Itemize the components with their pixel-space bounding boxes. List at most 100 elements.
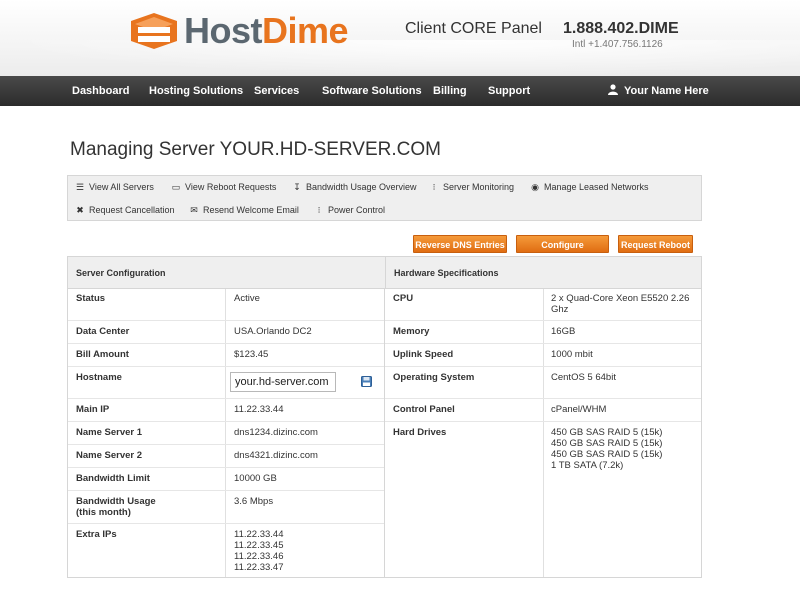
col-divider [543, 289, 544, 577]
value-extra-ip: 11.22.33.47 [234, 562, 284, 573]
list-icon: ☰ [75, 182, 85, 192]
save-icon[interactable] [361, 376, 372, 387]
value-extra-ip: 11.22.33.44 [234, 529, 284, 540]
logo-dime: Dime [262, 10, 349, 51]
label-name-server-2: Name Server 2 [76, 450, 143, 461]
label-operating-system: Operating System [393, 372, 475, 383]
nav-billing[interactable]: Billing [433, 76, 467, 106]
row-separator [385, 398, 701, 399]
logo-text: HostDime [184, 10, 349, 52]
label-control-panel: Control Panel [393, 404, 455, 415]
value-cpu: 2 x Quad-Core Xeon E5520 2.26 [551, 293, 690, 304]
value-bandwidth-limit: 10000 GB [234, 473, 277, 484]
label-bandwidth-limit: Bandwidth Limit [76, 473, 150, 484]
sliders-icon: ⁝ [317, 205, 321, 215]
value-status: Active [234, 293, 260, 304]
label-memory: Memory [393, 326, 430, 337]
header-swoosh [0, 40, 800, 76]
action-view-reboot-requests[interactable]: ▭ View Reboot Requests [171, 182, 277, 193]
server-actions-toolbar: ☰ View All Servers ▭ View Reboot Requests … [67, 175, 702, 221]
row-separator [68, 421, 384, 422]
logo-host: Host [184, 10, 263, 51]
value-cpu-cont: Ghz [551, 304, 569, 315]
phone-number: 1.888.402.DIME [563, 20, 679, 37]
row-separator [385, 366, 701, 367]
logo-mark-icon [131, 13, 177, 49]
panel-title: Client CORE Panel [405, 20, 542, 37]
label-uplink-speed: Uplink Speed [393, 349, 454, 360]
value-name-server-2: dns4321.dizinc.com [234, 450, 318, 461]
action-label: Manage Leased Networks [544, 182, 649, 192]
action-label: Power Control [328, 205, 386, 215]
user-menu[interactable]: Your Name Here [608, 76, 709, 106]
globe-icon: ◉ [531, 182, 539, 192]
envelope-icon: ✉ [190, 205, 198, 215]
nav-software-solutions[interactable]: Software Solutions [322, 76, 422, 106]
value-memory: 16GB [551, 326, 576, 337]
value-hard-drive: 1 TB SATA (7.2k) [551, 460, 624, 471]
nav-dashboard[interactable]: Dashboard [72, 76, 129, 106]
action-view-all-servers[interactable]: ☰ View All Servers [75, 182, 154, 193]
action-bandwidth-usage-overview[interactable]: ↧ Bandwidth Usage Overview [292, 182, 417, 193]
value-hard-drive: 450 GB SAS RAID 5 (15k) [551, 449, 663, 460]
action-label: Bandwidth Usage Overview [306, 182, 417, 192]
label-name-server-1: Name Server 1 [76, 427, 143, 438]
hardware-heading: Hardware Specifications [385, 257, 701, 289]
label-bandwidth-usage-sub: (this month) [76, 507, 131, 518]
label-bill-amount: Bill Amount [76, 349, 129, 360]
configure-monitoring-button[interactable]: Configure Monitoring [516, 235, 609, 268]
x-icon: ✖ [76, 205, 84, 215]
value-operating-system: CentOS 5 64bit [551, 372, 616, 383]
value-main-ip: 11.22.33.44 [234, 404, 284, 415]
action-server-monitoring[interactable]: ⁝ Server Monitoring [429, 182, 514, 193]
action-label: Server Monitoring [443, 182, 515, 192]
thermometer-icon: ↧ [293, 182, 301, 192]
value-control-panel: cPanel/WHM [551, 404, 607, 415]
action-resend-welcome-email[interactable]: ✉ Resend Welcome Email [189, 205, 299, 216]
row-separator [68, 444, 384, 445]
col-divider [225, 289, 226, 577]
col-divider [384, 289, 385, 577]
user-icon [608, 84, 618, 95]
value-data-center: USA.Orlando DC2 [234, 326, 312, 337]
value-extra-ip: 11.22.33.46 [234, 551, 284, 562]
action-label: Resend Welcome Email [203, 205, 299, 215]
nav-support[interactable]: Support [488, 76, 530, 106]
action-label: View Reboot Requests [185, 182, 277, 192]
value-uplink-speed: 1000 mbit [551, 349, 593, 360]
monitor-icon: ▭ [171, 182, 181, 192]
label-hard-drives: Hard Drives [393, 427, 447, 438]
phone-intl: Intl +1.407.756.1126 [572, 39, 663, 50]
action-request-cancellation[interactable]: ✖ Request Cancellation [75, 205, 175, 216]
action-label: Request Cancellation [89, 205, 175, 215]
label-main-ip: Main IP [76, 404, 110, 415]
main-nav: Dashboard Hosting Solutions Services Sof… [0, 76, 800, 106]
row-separator [68, 490, 384, 491]
label-status: Status [76, 293, 106, 304]
label-bandwidth-usage: Bandwidth Usage [76, 496, 156, 507]
row-separator [68, 343, 384, 344]
sliders-icon: ⁝ [432, 182, 436, 192]
row-separator [68, 523, 384, 524]
row-separator [68, 320, 384, 321]
hostdime-logo[interactable]: HostDime [128, 10, 378, 52]
label-data-center: Data Center [76, 326, 130, 337]
value-bill-amount: $123.45 [234, 349, 269, 360]
nav-hosting-solutions[interactable]: Hosting Solutions [149, 76, 243, 106]
row-separator [385, 343, 701, 344]
action-label: View All Servers [89, 182, 154, 192]
value-hard-drive: 450 GB SAS RAID 5 (15k) [551, 427, 663, 438]
action-manage-leased-networks[interactable]: ◉ Manage Leased Networks [530, 182, 649, 193]
label-cpu: CPU [393, 293, 414, 304]
action-power-control[interactable]: ⁝ Power Control [314, 205, 385, 216]
hostname-input[interactable] [230, 372, 336, 392]
reverse-dns-button[interactable]: Reverse DNS Entries [413, 235, 507, 253]
request-reboot-button[interactable]: Request Reboot [618, 235, 693, 253]
label-extra-ips: Extra IPs [76, 529, 117, 540]
value-bandwidth-usage: 3.6 Mbps [234, 496, 274, 507]
row-separator [68, 366, 384, 367]
value-extra-ip: 11.22.33.45 [234, 540, 284, 551]
nav-services[interactable]: Services [254, 76, 299, 106]
row-separator [68, 398, 384, 399]
row-separator [385, 320, 701, 321]
